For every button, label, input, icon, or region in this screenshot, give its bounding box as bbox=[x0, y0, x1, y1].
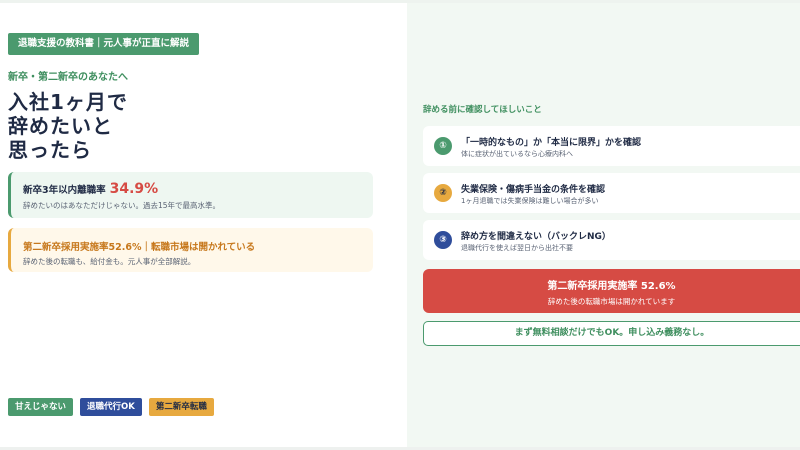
tag-list: 甘えじゃない 退職代行OK 第二新卒転職 bbox=[8, 398, 214, 416]
headline: 入社1ヶ月で 辞めたいと 思ったら bbox=[8, 90, 128, 162]
headline-line-1: 入社1ヶ月で bbox=[8, 90, 128, 114]
step-number-badge: ② bbox=[434, 184, 452, 202]
step-number-badge: ③ bbox=[434, 231, 452, 249]
hiring-rate-highlight: 第二新卒採用実施率 52.6% 辞めた後の転職市場は開かれています bbox=[423, 269, 800, 313]
hiring-rate-title: 第二新卒採用実施率 52.6% bbox=[547, 281, 676, 292]
checklist-item-title: 失業保険・傷病手当金の条件を確認 bbox=[461, 185, 606, 195]
tag-resignation-agency: 退職代行OK bbox=[80, 398, 142, 416]
checklist-heading: 辞める前に確認してほしいこと bbox=[423, 105, 542, 115]
turnover-stat-label: 新卒3年以内離職率 bbox=[23, 185, 106, 196]
checklist-item-title: 「一時的なもの」か「本当に限界」かを確認 bbox=[461, 138, 642, 148]
checklist-item: ① 「一時的なもの」か「本当に限界」かを確認 体に症状が出ているなら心療内科へ bbox=[423, 126, 800, 166]
tag-second-graduate: 第二新卒転職 bbox=[148, 398, 214, 416]
checklist-item-sub: 体に症状が出ているなら心療内科へ bbox=[461, 150, 573, 158]
top-divider bbox=[0, 0, 800, 3]
checklist-item: ② 失業保険・傷病手当金の条件を確認 1ヶ月退職では失業保険は難しい場合が多い bbox=[423, 173, 800, 213]
left-panel: 退職支援の教科書｜元人事が正直に解説 新卒・第二新卒のあなたへ 入社1ヶ月で 辞… bbox=[0, 0, 407, 450]
free-consultation-button[interactable]: まず無料相談だけでもOK。申し込み義務なし。 bbox=[423, 321, 800, 346]
turnover-stat-card: 新卒3年以内離職率 34.9% 辞めたいのはあなただけじゃない。過去15年で最高水… bbox=[8, 172, 373, 218]
turnover-stat-title: 新卒3年以内離職率 34.9% bbox=[23, 181, 361, 197]
checklist-item-sub: 1ヶ月退職では失業保険は難しい場合が多い bbox=[461, 197, 599, 205]
hiring-rate-sub: 辞めた後の転職市場は開かれています bbox=[547, 297, 676, 306]
tag-not-spoiled: 甘えじゃない bbox=[8, 398, 74, 416]
checklist-item: ③ 辞め方を間違えない（バックレNG） 退職代行を使えば翌日から出社不要 bbox=[423, 220, 800, 260]
hiring-info-card: 第二新卒採用実施率52.6%｜転職市場は開かれている 辞めた後の転職も、給付金も… bbox=[8, 228, 373, 272]
step-number-badge: ① bbox=[434, 137, 452, 155]
banner: 退職支援の教科書｜元人事が正直に解説 新卒・第二新卒のあなたへ 入社1ヶ月で 辞… bbox=[0, 0, 800, 450]
kicker-text: 新卒・第二新卒のあなたへ bbox=[8, 72, 128, 83]
hiring-info-sub: 辞めた後の転職も、給付金も。元人事が全部解説。 bbox=[23, 257, 196, 266]
hiring-info-title: 第二新卒採用実施率52.6%｜転職市場は開かれている bbox=[23, 242, 256, 253]
header-badge: 退職支援の教科書｜元人事が正直に解説 bbox=[8, 33, 200, 55]
headline-line-2: 辞めたいと bbox=[8, 114, 113, 138]
checklist-item-title: 辞め方を間違えない（バックレNG） bbox=[461, 232, 611, 242]
turnover-stat-sub: 辞めたいのはあなただけじゃない。過去15年で最高水準。 bbox=[23, 201, 221, 210]
headline-line-3: 思ったら bbox=[8, 138, 92, 162]
checklist-item-sub: 退職代行を使えば翌日から出社不要 bbox=[461, 244, 573, 252]
turnover-stat-value: 34.9% bbox=[109, 181, 159, 197]
